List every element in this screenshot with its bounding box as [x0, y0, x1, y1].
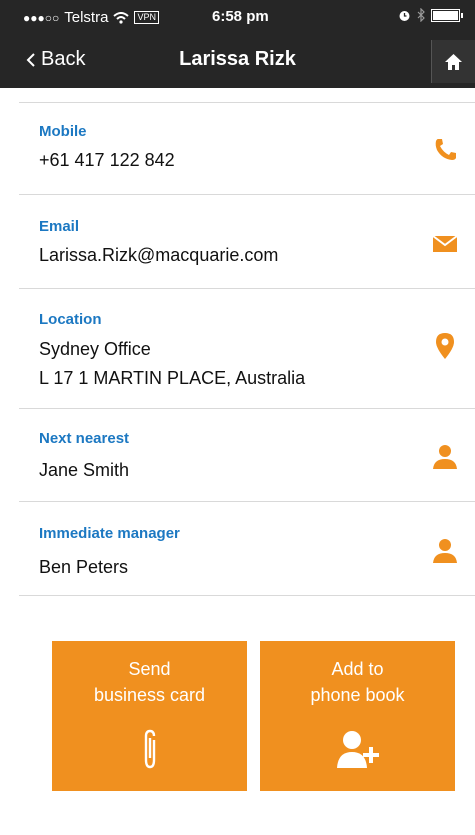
location-address: L 17 1 MARTIN PLACE, Australia	[39, 368, 306, 388]
field-label: Location	[39, 311, 102, 328]
button-label: Send	[128, 659, 171, 679]
battery-icon	[431, 8, 463, 22]
contact-card: Mobile +61 417 122 842 Email Larissa.Riz…	[19, 88, 475, 835]
add-to-phone-book-button[interactable]: Add to phone book	[260, 641, 455, 791]
home-icon	[445, 53, 462, 70]
field-label: Next nearest	[39, 430, 130, 447]
divider	[19, 194, 475, 195]
status-bar: ●●●○○ Telstra VPN 6:58 pm	[0, 0, 475, 34]
divider	[19, 408, 475, 409]
carrier-label: Telstra	[64, 9, 109, 26]
send-business-card-button[interactable]: Send business card	[52, 641, 247, 791]
page-title: Larissa Rizk	[179, 48, 296, 70]
bluetooth-icon	[417, 8, 425, 22]
phone-icon[interactable]	[430, 134, 460, 164]
divider	[19, 595, 475, 596]
manager-value: Ben Peters	[39, 557, 129, 577]
alarm-icon	[399, 10, 410, 21]
status-time: 6:58 pm	[212, 8, 269, 25]
navigation-bar: Back Larissa Rizk	[0, 34, 475, 88]
divider	[19, 288, 475, 289]
email-value: Larissa.Rizk@macquarie.com	[39, 245, 279, 265]
divider	[19, 501, 475, 502]
mail-icon[interactable]	[430, 229, 460, 259]
button-label: Add to	[331, 659, 384, 679]
wifi-icon	[113, 11, 130, 24]
header-bar: ●●●○○ Telstra VPN 6:58 pm Back Larissa R…	[0, 0, 475, 88]
add-contact-icon	[336, 730, 379, 768]
contact-detail-screen: ●●●○○ Telstra VPN 6:58 pm Back Larissa R…	[0, 0, 475, 835]
home-button[interactable]	[431, 40, 475, 83]
signal-strength-icon: ●●●○○	[23, 10, 60, 25]
location-pin-icon[interactable]	[430, 331, 460, 361]
button-label: business card	[93, 685, 206, 705]
mobile-value: +61 417 122 842	[39, 150, 175, 170]
field-label: Mobile	[39, 123, 87, 140]
next-nearest-value: Jane Smith	[39, 460, 130, 480]
person-icon[interactable]	[430, 442, 460, 472]
person-icon[interactable]	[430, 536, 460, 566]
paperclip-icon	[144, 729, 155, 768]
vpn-badge: VPN	[134, 11, 159, 24]
field-label: Immediate manager	[39, 525, 180, 542]
location-name: Sydney Office	[39, 339, 151, 359]
divider	[19, 102, 475, 103]
button-label: phone book	[310, 685, 405, 705]
field-label: Email	[39, 218, 80, 235]
